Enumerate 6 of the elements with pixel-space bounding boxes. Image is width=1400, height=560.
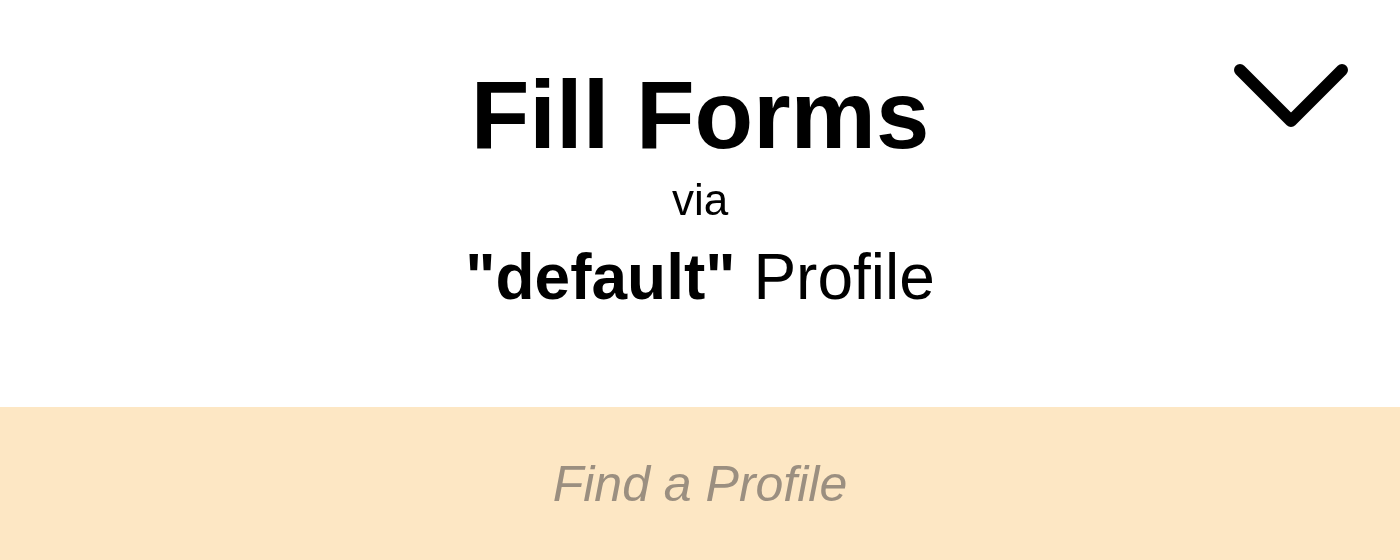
search-field[interactable]: Find a Profile [0,407,1400,560]
collapse-button[interactable] [1234,64,1348,130]
popup-title: Fill Forms [470,62,930,168]
via-label: via [671,177,729,222]
profile-name: "default" Profile [465,241,935,312]
chevron-down-icon [1234,64,1348,130]
